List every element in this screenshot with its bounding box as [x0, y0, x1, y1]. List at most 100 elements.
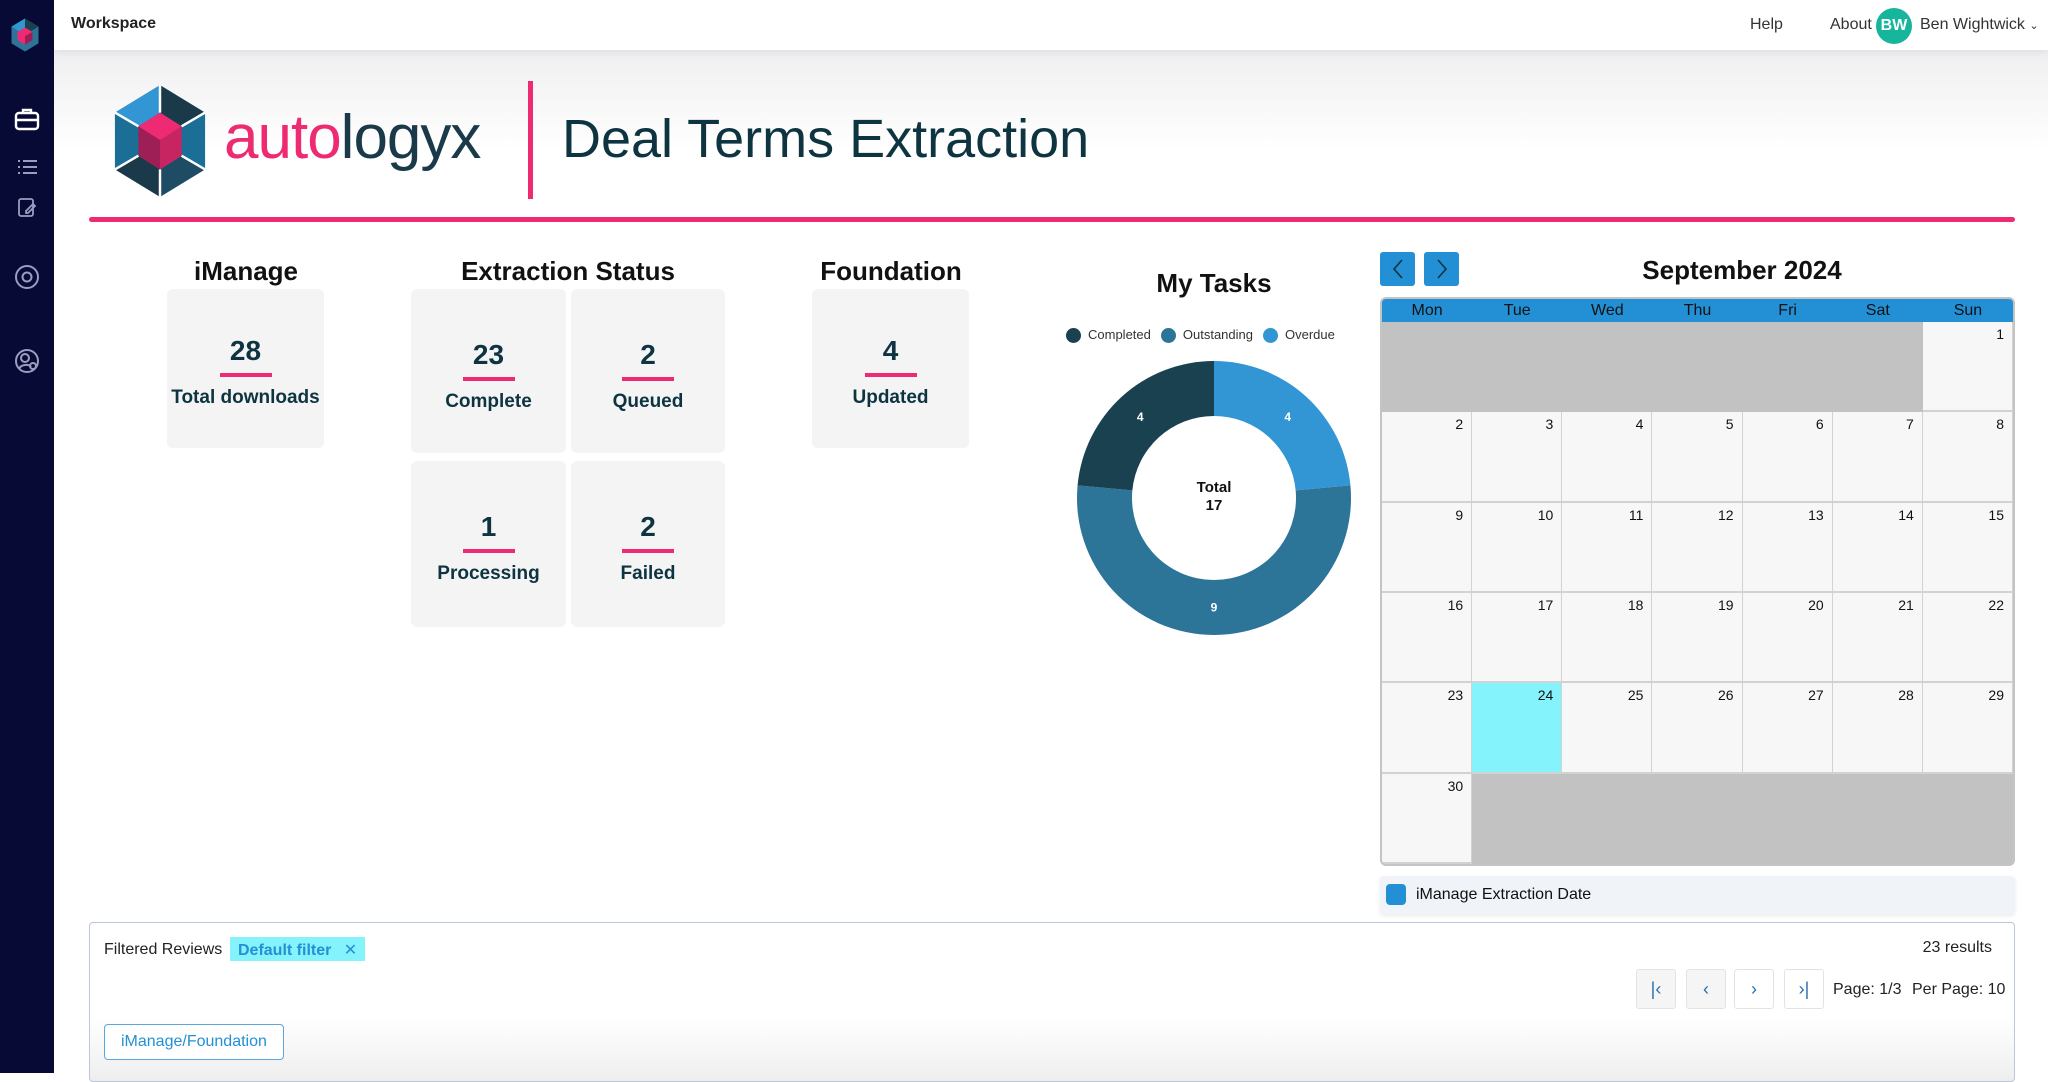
stat-label: Total downloads: [171, 387, 320, 408]
stat-label: Complete: [445, 391, 532, 412]
calendar-day[interactable]: 16: [1382, 593, 1473, 684]
calendar-day[interactable]: 6: [1742, 412, 1833, 503]
calendar-empty-cell: [1472, 322, 1563, 413]
calendar-day[interactable]: 23: [1382, 683, 1473, 774]
calendar-day[interactable]: 18: [1562, 593, 1653, 684]
stat-value: 28: [229, 335, 262, 366]
calendar-empty-cell: [1742, 773, 1833, 864]
donut-chart: 4 9 4 Total17: [1077, 361, 1351, 635]
per-page-indicator[interactable]: Per Page: 10: [1912, 981, 2005, 999]
weekday-header: Sun: [1953, 302, 1983, 319]
header-divider: [528, 81, 533, 199]
about-link[interactable]: About: [1830, 16, 1872, 34]
calendar-month-title: September 2024: [1642, 255, 1842, 285]
calendar-day[interactable]: 10: [1472, 502, 1563, 593]
processing-card[interactable]: 1 Processing: [411, 461, 566, 627]
stat-value: 2: [640, 339, 656, 370]
filtered-reviews-panel: Filtered Reviews Default filter ✕ 23 res…: [89, 922, 2015, 1082]
calendar-day[interactable]: 20: [1742, 593, 1833, 684]
donut-slice-overdue[interactable]: [1214, 361, 1351, 491]
chevron-right-icon: ›: [1751, 978, 1757, 999]
legend-item[interactable]: Completed: [1066, 327, 1151, 344]
first-page-button[interactable]: |‹: [1636, 969, 1676, 1009]
calendar-day[interactable]: 9: [1382, 502, 1473, 593]
weekday-header: Sat: [1865, 302, 1890, 319]
calendar-day[interactable]: 5: [1652, 412, 1743, 503]
calendar-legend: iManage Extraction Date: [1380, 876, 2015, 914]
calendar-day[interactable]: 30: [1382, 773, 1473, 864]
calendar-day[interactable]: 17: [1472, 593, 1563, 684]
calendar-day[interactable]: 3: [1472, 412, 1563, 503]
calendar-day[interactable]: 7: [1832, 412, 1923, 503]
calendar-day[interactable]: 2: [1382, 412, 1473, 503]
calendar-empty-cell: [1832, 773, 1923, 864]
calendar-empty-cell: [1742, 322, 1833, 413]
calendar-day[interactable]: 14: [1832, 502, 1923, 593]
calendar-day[interactable]: 26: [1652, 683, 1743, 774]
last-page-icon: ›|: [1798, 978, 1810, 999]
calendar-day[interactable]: 19: [1652, 593, 1743, 684]
calendar-day[interactable]: 25: [1562, 683, 1653, 774]
stat-value: 4: [882, 335, 899, 366]
prev-page-button[interactable]: ‹: [1686, 969, 1726, 1009]
calendar-empty-cell: [1832, 322, 1923, 413]
calendar-day[interactable]: 1: [1922, 322, 2013, 413]
legend-item[interactable]: Overdue: [1262, 327, 1335, 344]
donut-slice-completed[interactable]: [1077, 361, 1214, 491]
calendar-day[interactable]: 12: [1652, 502, 1743, 593]
foundation-heading: Foundation: [820, 256, 962, 286]
legend-swatch: [1386, 884, 1406, 905]
filter-chip[interactable]: Default filter ✕: [230, 937, 366, 961]
weekday-header: Tue: [1503, 302, 1531, 319]
chart-legend: Completed Outstanding Overdue: [1066, 327, 1335, 344]
weekday-header: Mon: [1411, 302, 1443, 319]
calendar-day[interactable]: 22: [1922, 593, 2013, 684]
imanage-heading: iManage: [193, 256, 299, 286]
total-value: 17: [1206, 497, 1223, 514]
chevron-left-icon: ‹: [1703, 978, 1709, 999]
calendar-day[interactable]: 4: [1562, 412, 1653, 503]
chevron-left-icon: [1392, 259, 1403, 279]
queued-card[interactable]: 2 Queued: [571, 289, 725, 453]
imanage-downloads-card[interactable]: 28 Total downloads: [167, 289, 324, 448]
slice-label: 9: [1211, 601, 1218, 615]
next-month-button[interactable]: [1424, 252, 1459, 286]
legend-label: Outstanding: [1182, 327, 1253, 342]
imanage-foundation-button[interactable]: iManage/Foundation: [104, 1024, 284, 1060]
legend-label: iManage Extraction Date: [1416, 886, 1592, 903]
calendar-day[interactable]: 8: [1922, 412, 2013, 503]
calendar-day[interactable]: 28: [1832, 683, 1923, 774]
weekday-header: Wed: [1591, 302, 1624, 319]
legend-label: Completed: [1088, 327, 1151, 342]
calendar-day[interactable]: 24: [1472, 683, 1563, 774]
calendar-day[interactable]: 27: [1742, 683, 1833, 774]
workspace-title: Workspace: [71, 15, 157, 32]
next-page-button[interactable]: ›: [1734, 969, 1774, 1009]
calendar-day[interactable]: 13: [1742, 502, 1833, 593]
stat-label: Updated: [852, 387, 929, 408]
calendar-empty-cell: [1922, 773, 2013, 864]
legend-item[interactable]: Outstanding: [1160, 327, 1253, 344]
failed-card[interactable]: 2 Failed: [571, 461, 725, 627]
calendar-day[interactable]: 11: [1562, 502, 1653, 593]
chart-title: My Tasks: [1156, 268, 1272, 298]
legend-swatch: [1066, 328, 1081, 344]
autologyx-logo-icon: [111, 85, 209, 202]
stat-value: 2: [640, 511, 656, 542]
extraction-status-heading: Extraction Status: [461, 256, 675, 286]
last-page-button[interactable]: ›|: [1784, 969, 1824, 1009]
calendar-day[interactable]: 21: [1832, 593, 1923, 684]
calendar-empty-cell: [1562, 773, 1653, 864]
slice-label: 4: [1137, 410, 1144, 424]
user-menu[interactable]: Ben Wightwick ⌄: [1920, 16, 2039, 34]
avatar[interactable]: BW: [1876, 8, 1912, 44]
foundation-updated-card[interactable]: 4 Updated: [812, 289, 969, 448]
stat-label: Processing: [437, 563, 540, 584]
help-link[interactable]: Help: [1750, 16, 1783, 34]
prev-month-button[interactable]: [1380, 252, 1415, 286]
complete-card[interactable]: 23 Complete: [411, 289, 566, 453]
calendar-day[interactable]: 15: [1922, 502, 2013, 593]
page-title: Deal Terms Extraction: [562, 109, 1090, 169]
close-icon[interactable]: ✕: [344, 942, 357, 959]
calendar-day[interactable]: 29: [1922, 683, 2013, 774]
